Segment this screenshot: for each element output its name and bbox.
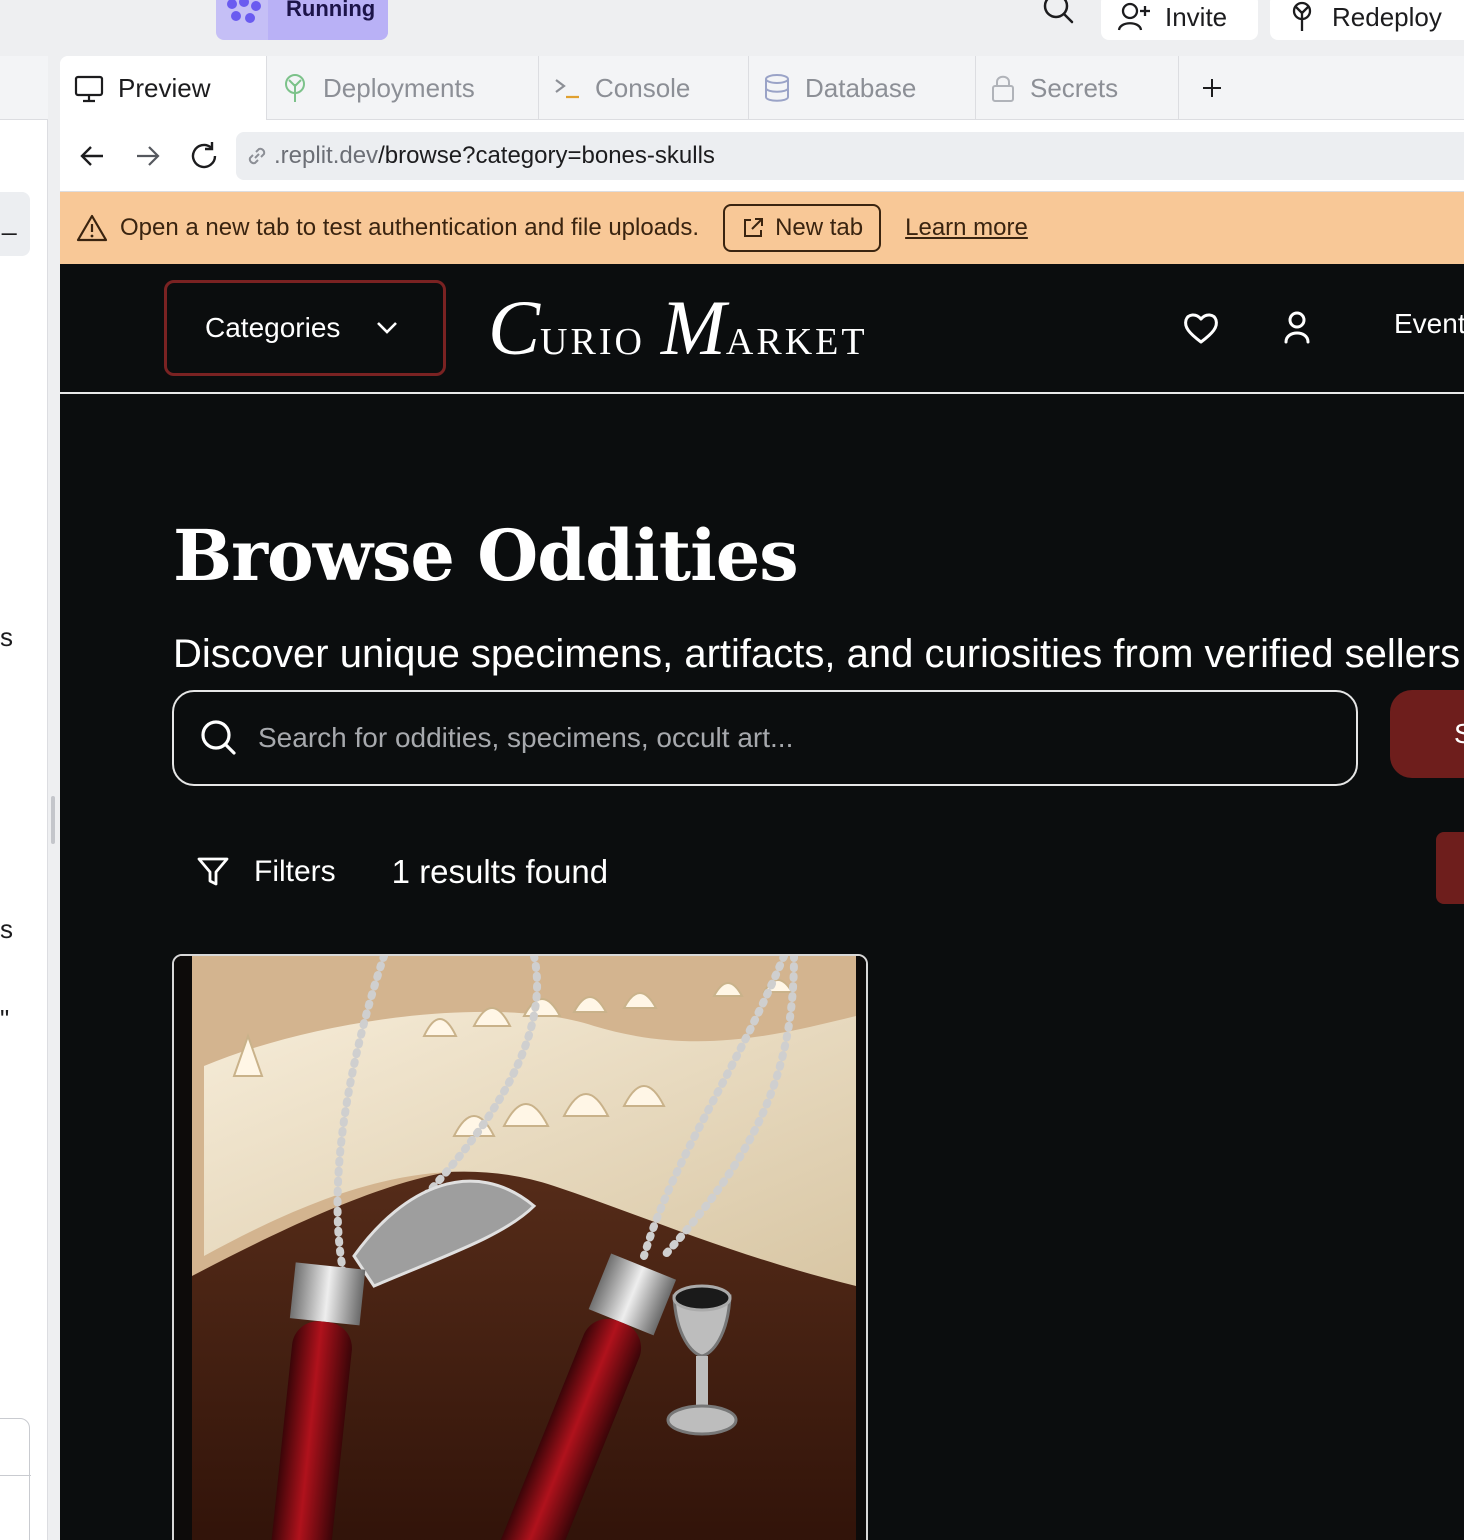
- url-field[interactable]: .replit.dev/browse?category=bones-skulls: [236, 132, 1464, 180]
- tab-console[interactable]: Console: [539, 56, 749, 120]
- warning-banner: Open a new tab to test authentication an…: [60, 192, 1464, 264]
- reload-button[interactable]: [186, 138, 222, 174]
- deployments-icon: [285, 74, 305, 102]
- site-logo[interactable]: C URIO M ARKET: [488, 280, 868, 376]
- tool-tabs: Preview Deployments Console Database Sec…: [60, 56, 1464, 121]
- filters-row: Filters 1 results found: [196, 850, 608, 894]
- site-header: Categories CURIO MARKET Events: [60, 264, 1464, 394]
- sort-button[interactable]: [1436, 832, 1464, 904]
- page-title: Browse Oddities: [173, 514, 799, 597]
- lock-icon: [992, 75, 1014, 102]
- back-button[interactable]: [74, 138, 110, 174]
- url-path: /browse?category=bones-skulls: [378, 142, 715, 169]
- tab-label: Secrets: [1030, 72, 1119, 103]
- learn-more-link[interactable]: Learn more: [905, 214, 1028, 242]
- url-host: .replit.dev: [274, 142, 379, 169]
- search-icon[interactable]: [1040, 0, 1076, 28]
- filters-label: Filters: [254, 855, 336, 888]
- tab-database[interactable]: Database: [749, 56, 976, 120]
- logo-letter-c: C: [488, 284, 541, 371]
- results-count: 1 results found: [391, 853, 609, 890]
- curio-market-app: Categories CURIO MARKET Events Browse Odd…: [60, 264, 1464, 1540]
- external-link-icon: [744, 218, 764, 237]
- warning-message: Open a new tab to test authentication an…: [120, 214, 700, 241]
- reload-icon: [191, 142, 217, 169]
- tab-label: Database: [805, 72, 917, 103]
- deploy-icon: [1292, 1, 1312, 31]
- nav-events[interactable]: Events: [1394, 308, 1464, 340]
- side-panel-text: ": [0, 1004, 10, 1034]
- user-icon[interactable]: [1277, 308, 1317, 348]
- side-panel-text: s: [0, 914, 13, 944]
- logo-text-urio: URIO: [540, 321, 645, 363]
- categories-label: Categories: [205, 312, 341, 343]
- warning-icon: [76, 214, 108, 242]
- redeploy-label: Redeploy: [1332, 1, 1442, 32]
- side-panel-button[interactable]: _: [0, 192, 30, 256]
- listing-card[interactable]: [172, 954, 868, 1540]
- search-icon: [201, 720, 236, 755]
- search-input[interactable]: [258, 722, 1258, 754]
- terminal-icon: [555, 79, 579, 99]
- logo-letter-m: M: [660, 284, 726, 371]
- running-icon: [227, 0, 261, 23]
- invite-label: Invite: [1165, 1, 1228, 32]
- search-box: [172, 690, 1358, 786]
- preview-urlbar: .replit.dev/browse?category=bones-skulls: [60, 120, 1464, 192]
- link-icon: [248, 147, 266, 165]
- workspace-topbar: Running Invite Redeploy: [0, 0, 1464, 48]
- heart-icon[interactable]: [1181, 308, 1221, 348]
- resize-handle[interactable]: [51, 796, 55, 844]
- database-icon: [765, 74, 789, 102]
- filter-icon: [197, 857, 229, 886]
- categories-button[interactable]: Categories: [164, 280, 446, 376]
- add-tab-button[interactable]: [1180, 56, 1244, 120]
- chevron-down-icon: [377, 322, 398, 334]
- side-panel-edge: _ s s ": [0, 56, 48, 1540]
- filters-button[interactable]: Filters: [196, 855, 336, 889]
- search-button[interactable]: Search: [1390, 690, 1464, 778]
- page-subtitle: Discover unique specimens, artifacts, an…: [173, 632, 1461, 676]
- tab-secrets[interactable]: Secrets: [976, 56, 1179, 120]
- plus-icon: [1203, 79, 1221, 97]
- side-panel-glyph: _: [2, 206, 17, 236]
- new-tab-button[interactable]: New tab: [723, 204, 882, 252]
- listing-image: [174, 956, 866, 1540]
- arrow-left-icon: [80, 146, 103, 166]
- preview-pane: Preview Deployments Console Database Sec…: [60, 56, 1464, 1540]
- add-user-icon: [1117, 2, 1150, 31]
- redeploy-button[interactable]: Redeploy: [1270, 0, 1464, 40]
- tab-label: Preview: [118, 73, 211, 103]
- monitor-icon: [74, 75, 104, 102]
- arrow-right-icon: [137, 146, 160, 166]
- invite-button[interactable]: Invite: [1101, 0, 1258, 40]
- side-panel-card[interactable]: [0, 1418, 31, 1540]
- tab-preview[interactable]: Preview: [60, 56, 267, 121]
- tab-label: Console: [595, 72, 691, 103]
- new-tab-label: New tab: [775, 214, 864, 241]
- tab-label: Deployments: [323, 72, 475, 103]
- side-panel-text: s: [0, 622, 13, 652]
- side-panel-tab[interactable]: [0, 56, 48, 120]
- tab-deployments[interactable]: Deployments: [267, 56, 539, 120]
- run-status-label[interactable]: Running: [268, 0, 388, 40]
- logo-text-arket: ARKET: [725, 321, 868, 363]
- forward-button[interactable]: [130, 138, 166, 174]
